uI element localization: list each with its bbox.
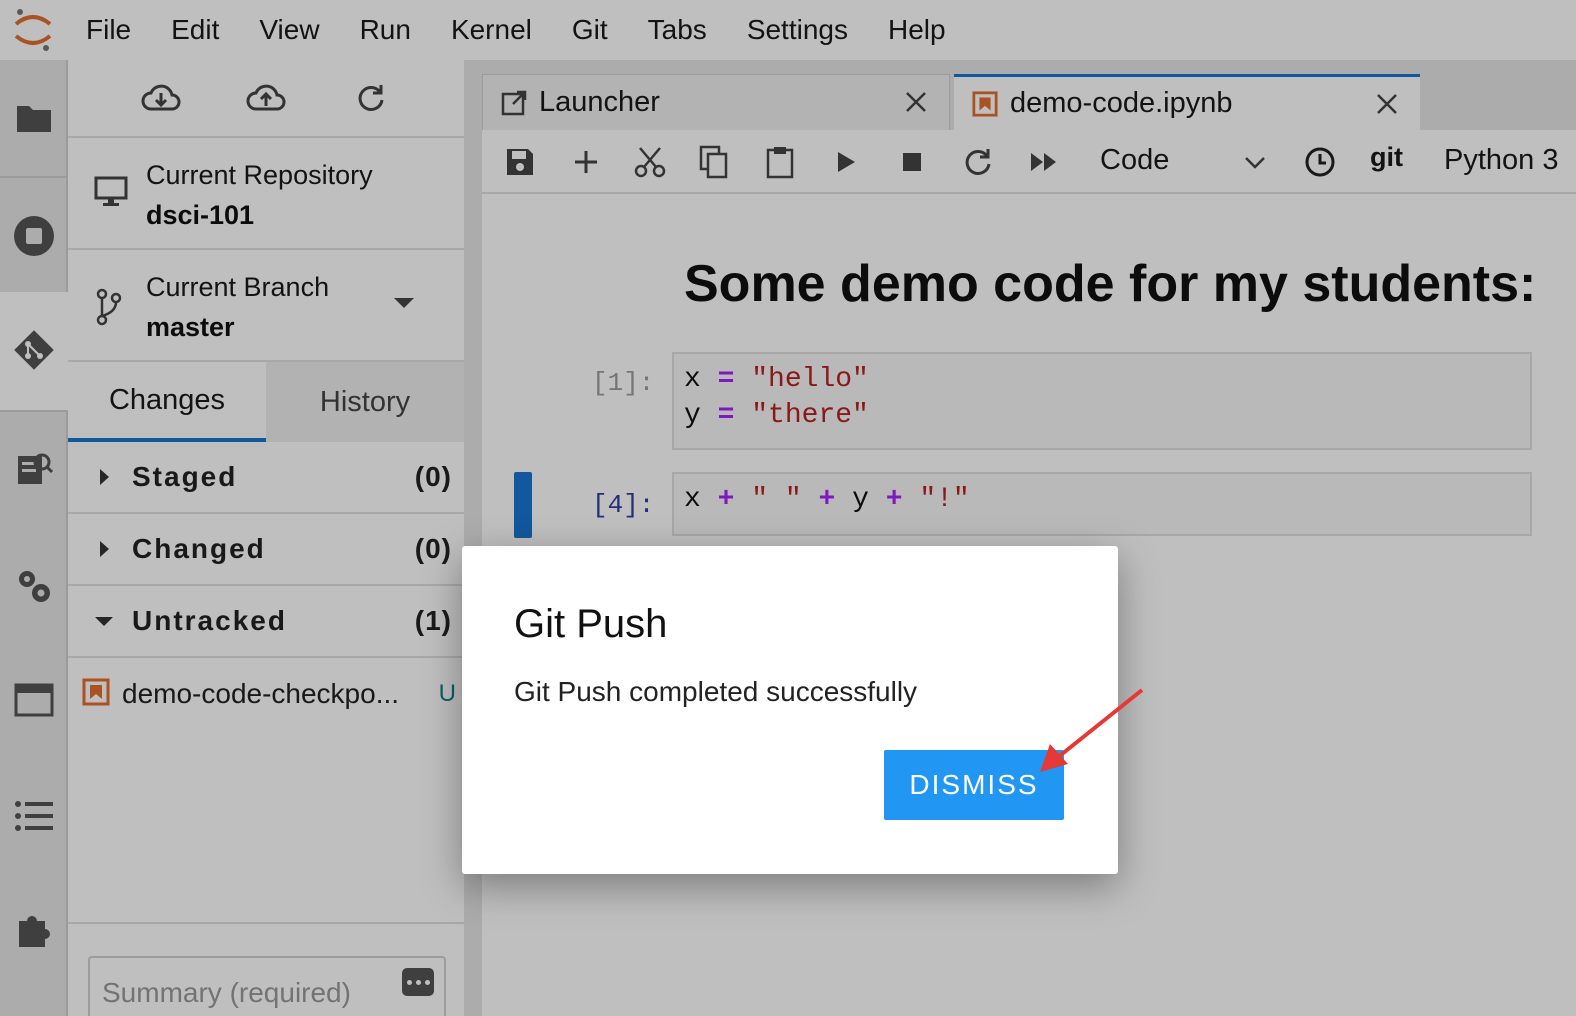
annotation-arrow-icon <box>1040 688 1144 772</box>
git-push-dialog: Git Push Git Push completed successfully… <box>462 546 1118 874</box>
dialog-title: Git Push <box>514 602 668 646</box>
dialog-message: Git Push completed successfully <box>514 676 918 707</box>
